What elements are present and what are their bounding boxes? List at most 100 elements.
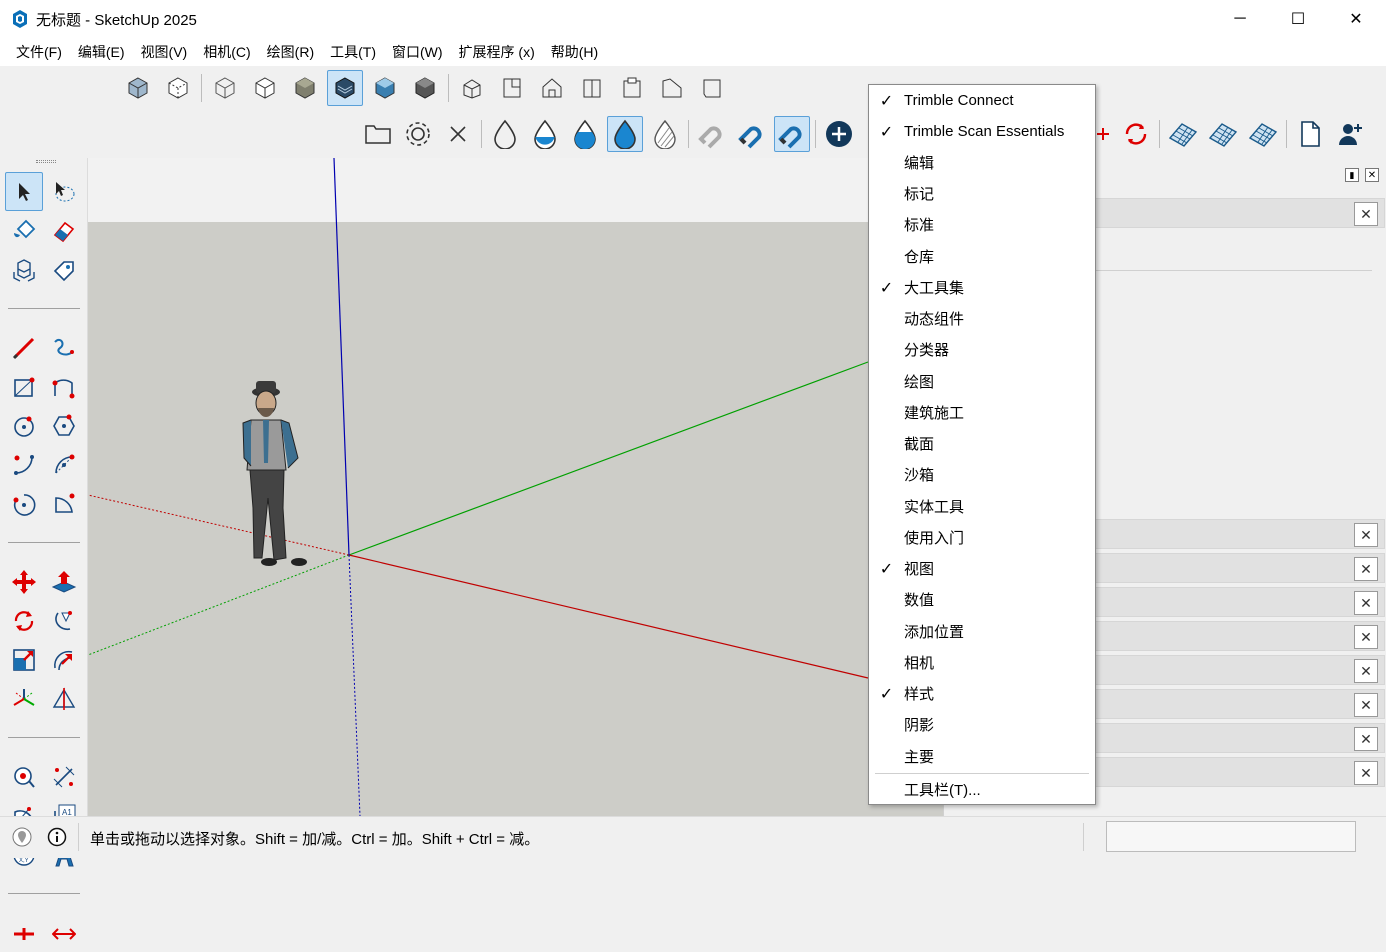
freehand-tool-icon[interactable]	[45, 328, 83, 367]
menu-tools[interactable]: 工具(T)	[322, 42, 384, 62]
menu-item-section[interactable]: 截面	[869, 428, 1095, 459]
shaded-with-textures-style-icon[interactable]	[327, 70, 363, 106]
right-view-icon[interactable]	[574, 70, 610, 106]
menu-item-warehouse[interactable]: 仓库	[869, 241, 1095, 272]
two-point-arc-icon[interactable]	[45, 445, 83, 484]
menu-item-shadows[interactable]: 阴影	[869, 709, 1095, 740]
push-pull-icon[interactable]	[45, 562, 83, 601]
shaded-dark-style-icon[interactable]	[407, 70, 443, 106]
follow-me-icon[interactable]	[45, 601, 83, 640]
menu-extensions[interactable]: 扩展程序 (x)	[451, 42, 543, 62]
panel-close-button[interactable]: ✕	[1354, 727, 1378, 751]
panel-close-button[interactable]: ✕	[1354, 659, 1378, 683]
maximize-button[interactable]: ☐	[1269, 0, 1327, 38]
drop-mostly-icon[interactable]	[567, 116, 603, 152]
sandbox-from-contours-icon[interactable]	[1165, 116, 1201, 152]
cloud-sync-icon[interactable]	[1118, 116, 1154, 152]
xray-style-icon[interactable]	[120, 70, 156, 106]
lasso-select-icon[interactable]	[45, 172, 83, 211]
circle-tool-icon[interactable]	[5, 406, 43, 445]
panel-close-button[interactable]: ✕	[1354, 591, 1378, 615]
magnet-active-icon[interactable]	[774, 116, 810, 152]
rectangle-tool-icon[interactable]	[5, 367, 43, 406]
menu-edit[interactable]: 编辑(E)	[70, 42, 133, 62]
polygon-tool-icon[interactable]	[45, 406, 83, 445]
tape-measure-icon[interactable]	[5, 757, 43, 796]
geo-location-icon[interactable]	[12, 827, 32, 847]
sandbox-from-scratch-icon[interactable]	[1205, 116, 1241, 152]
menu-item-sandbox[interactable]: 沙箱	[869, 459, 1095, 490]
new-document-icon[interactable]	[1292, 116, 1328, 152]
back-view-icon[interactable]	[614, 70, 650, 106]
menu-window[interactable]: 窗口(W)	[384, 42, 451, 62]
iso-view-icon[interactable]	[454, 70, 490, 106]
person-figure[interactable]	[242, 381, 307, 566]
dimension-tool-icon[interactable]	[45, 757, 83, 796]
drop-hatched-icon[interactable]	[647, 116, 683, 152]
menu-item-drawing[interactable]: 绘图	[869, 366, 1095, 397]
tag-tool-icon[interactable]	[45, 250, 83, 289]
toolbar-grip[interactable]	[36, 160, 56, 163]
menu-item-large-tool-set[interactable]: ✓ 大工具集	[869, 272, 1095, 303]
orbit-tool-icon[interactable]	[5, 913, 43, 952]
pan-tool-icon[interactable]	[45, 913, 83, 952]
magnet-gray-icon[interactable]	[694, 116, 730, 152]
panel-close-button[interactable]: ✕	[1354, 625, 1378, 649]
menu-item-add-location[interactable]: 添加位置	[869, 616, 1095, 647]
menu-help[interactable]: 帮助(H)	[543, 42, 606, 62]
make-component-icon[interactable]	[5, 250, 43, 289]
panel-close-button[interactable]: ✕	[1354, 761, 1378, 785]
menu-item-principal[interactable]: 主要	[869, 741, 1095, 772]
smoove-icon[interactable]	[1245, 116, 1281, 152]
tray-close-icon[interactable]: ✕	[1365, 168, 1379, 182]
wireframe-style-icon[interactable]	[207, 70, 243, 106]
panel-close-button[interactable]: ✕	[1354, 523, 1378, 547]
menu-item-standard[interactable]: 标准	[869, 209, 1095, 240]
line-tool-icon[interactable]	[5, 328, 43, 367]
front-view-icon[interactable]	[534, 70, 570, 106]
eraser-icon[interactable]	[45, 211, 83, 250]
menu-item-tags[interactable]: 标记	[869, 178, 1095, 209]
add-circle-icon[interactable]	[821, 116, 857, 152]
gear-icon[interactable]	[400, 116, 436, 152]
menu-item-styles[interactable]: ✓ 样式	[869, 678, 1095, 709]
panel-close-button[interactable]: ✕	[1354, 557, 1378, 581]
menu-item-views[interactable]: ✓ 视图	[869, 553, 1095, 584]
rotated-rectangle-icon[interactable]	[45, 367, 83, 406]
panel-close-button[interactable]: ✕	[1354, 202, 1378, 226]
paint-bucket-icon[interactable]	[5, 211, 43, 250]
axes-tool-icon[interactable]	[5, 679, 43, 718]
monochrome-style-icon[interactable]	[367, 70, 403, 106]
backedges-style-icon[interactable]	[160, 70, 196, 106]
menu-item-construction[interactable]: 建筑施工	[869, 397, 1095, 428]
shaded-style-icon[interactable]	[287, 70, 323, 106]
three-point-arc-icon[interactable]	[5, 484, 43, 523]
left-view-icon[interactable]	[654, 70, 690, 106]
pie-tool-icon[interactable]	[45, 484, 83, 523]
drop-full-icon[interactable]	[607, 116, 643, 152]
drop-outline-icon[interactable]	[487, 116, 523, 152]
menu-item-measurements[interactable]: 数值	[869, 584, 1095, 615]
menu-item-solid-tools[interactable]: 实体工具	[869, 491, 1095, 522]
menu-item-camera[interactable]: 相机	[869, 647, 1095, 678]
close-x-icon[interactable]	[440, 116, 476, 152]
menu-draw[interactable]: 绘图(R)	[259, 42, 322, 62]
magnet-blue-icon[interactable]	[734, 116, 770, 152]
offset-tool-icon[interactable]	[45, 640, 83, 679]
open-folder-icon[interactable]	[360, 116, 396, 152]
pin-icon[interactable]: ▮	[1345, 168, 1359, 182]
menu-item-trimble-scan-essentials[interactable]: ✓ Trimble Scan Essentials	[869, 116, 1095, 147]
model-viewport[interactable]	[88, 158, 943, 816]
arc-tool-icon[interactable]	[5, 445, 43, 484]
close-button[interactable]: ✕	[1327, 0, 1385, 38]
menu-camera[interactable]: 相机(C)	[195, 42, 258, 62]
menu-item-dynamic-components[interactable]: 动态组件	[869, 303, 1095, 334]
move-tool-icon[interactable]	[5, 562, 43, 601]
measurements-box[interactable]	[1106, 821, 1356, 852]
top-view-icon[interactable]	[494, 70, 530, 106]
scale-tool-icon[interactable]	[5, 640, 43, 679]
menu-item-edit[interactable]: 编辑	[869, 147, 1095, 178]
menu-view[interactable]: 视图(V)	[133, 42, 196, 62]
menu-item-getting-started[interactable]: 使用入门	[869, 522, 1095, 553]
menu-file[interactable]: 文件(F)	[8, 42, 70, 62]
